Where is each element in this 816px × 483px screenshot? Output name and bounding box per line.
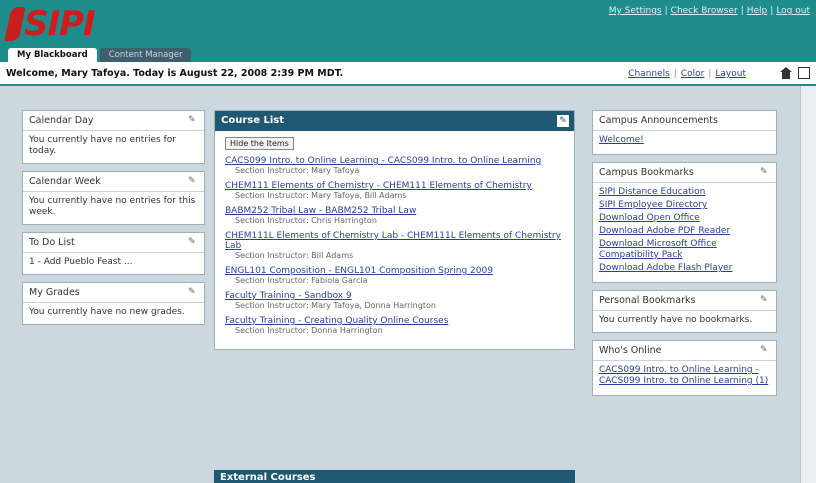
help-link[interactable]: Help	[747, 6, 768, 16]
middle-column: Course List ✎ Hide the Items CACS099 Intr…	[214, 110, 575, 357]
module-title: Personal Bookmarks	[599, 295, 696, 306]
logout-link[interactable]: Log out	[776, 6, 810, 16]
edit-icon[interactable]: ✎	[188, 176, 198, 186]
course-link[interactable]: CHEM111L Elements of Chemistry Lab - CHE…	[225, 231, 561, 251]
hide-items-button[interactable]: Hide the Items	[225, 137, 294, 150]
module-title: To Do List	[29, 237, 75, 248]
edit-icon[interactable]: ✎	[557, 115, 569, 127]
window-icon[interactable]	[798, 67, 810, 79]
module-title: Who's Online	[599, 345, 662, 356]
home-icon[interactable]	[780, 67, 792, 79]
scrollbar[interactable]	[800, 86, 816, 483]
calendar-day-module: Calendar Day ✎ You currently have no entr…	[22, 110, 205, 164]
course-item: CACS099 Intro. to Online Learning - CACS…	[225, 156, 564, 176]
check-browser-link[interactable]: Check Browser	[671, 6, 738, 16]
welcome-icons	[780, 67, 810, 79]
top-links: My Settings | Check Browser | Help | Log out	[608, 6, 810, 16]
personal-bookmarks-module: Personal Bookmarks ✎ You currently have n…	[592, 290, 777, 333]
welcome-announcement-link[interactable]: Welcome!	[599, 135, 770, 146]
course-instructor: Section Instructor: Bill Adams	[235, 251, 354, 260]
course-item: ENGL101 Composition - ENGL101 Compositio…	[225, 266, 564, 286]
module-title: Calendar Day	[29, 115, 94, 126]
online-course-link[interactable]: CACS099 Intro. to Online Learning - CACS…	[599, 365, 770, 387]
bookmark-link[interactable]: SIPI Employee Directory	[599, 200, 770, 211]
course-item: CHEM111 Elements of Chemistry - CHEM111 …	[225, 181, 564, 201]
bookmark-link[interactable]: Download Adobe Flash Player	[599, 263, 770, 274]
todo-item[interactable]: 1 - Add Pueblo Feast ...	[23, 253, 204, 274]
channels-link[interactable]: Channels	[628, 69, 670, 79]
module-title: Calendar Week	[29, 176, 101, 187]
edit-icon[interactable]: ✎	[188, 237, 198, 247]
logo-text: SIPI	[24, 4, 96, 44]
course-instructor: Section Instructor: Donna Harrington	[235, 326, 383, 335]
module-text: You currently have no entries for this w…	[29, 196, 196, 217]
course-link[interactable]: BABM252 Tribal Law - BABM252 Tribal Law	[225, 206, 416, 216]
module-title: External Courses	[220, 472, 316, 483]
course-instructor: Section Instructor: Chris Harrington	[235, 216, 377, 225]
sipi-logo[interactable]: SIPI	[4, 4, 96, 44]
tab-content-manager[interactable]: Content Manager	[99, 48, 192, 62]
module-title: Course List	[221, 115, 285, 126]
tab-my-blackboard[interactable]: My Blackboard	[8, 48, 97, 62]
module-text: You currently have no entries for today.	[29, 135, 176, 156]
color-link[interactable]: Color	[681, 69, 705, 79]
welcome-bar: Welcome, Mary Tafoya. Today is August 22…	[0, 62, 816, 86]
module-title: Campus Bookmarks	[599, 167, 694, 178]
external-courses-header: External Courses	[214, 470, 575, 483]
course-item: Faculty Training - Sandbox 9 Section Inst…	[225, 291, 564, 311]
logo-mark-icon	[4, 7, 26, 41]
todo-module: To Do List ✎ 1 - Add Pueblo Feast ...	[22, 232, 205, 275]
course-item: Faculty Training - Creating Quality Onli…	[225, 316, 564, 336]
bookmark-link[interactable]: Download Open Office	[599, 213, 770, 224]
course-item: CHEM111L Elements of Chemistry Lab - CHE…	[225, 231, 564, 261]
course-link[interactable]: CHEM111 Elements of Chemistry - CHEM111 …	[225, 181, 532, 191]
layout-links: Channels | Color | Layout	[628, 69, 746, 79]
edit-icon[interactable]: ✎	[188, 115, 198, 125]
edit-icon[interactable]: ✎	[760, 345, 770, 355]
campus-bookmarks-module: Campus Bookmarks ✎ SIPI Distance Educatio…	[592, 162, 777, 283]
course-link[interactable]: ENGL101 Composition - ENGL101 Compositio…	[225, 266, 493, 276]
course-instructor: Section Instructor: Mary Tafoya	[235, 166, 360, 175]
welcome-text: Welcome, Mary Tafoya. Today is August 22…	[6, 68, 344, 79]
announcements-module: Campus Announcements Welcome!	[592, 110, 777, 155]
layout-link[interactable]: Layout	[715, 69, 746, 79]
left-column: Calendar Day ✎ You currently have no entr…	[22, 110, 205, 332]
course-list-module: Course List ✎ Hide the Items CACS099 Intr…	[214, 110, 575, 350]
bookmark-link[interactable]: SIPI Distance Education	[599, 187, 770, 198]
calendar-week-module: Calendar Week ✎ You currently have no ent…	[22, 171, 205, 225]
grades-module: My Grades ✎ You currently have no new gra…	[22, 282, 205, 325]
module-title: Campus Announcements	[599, 115, 718, 126]
bookmark-link[interactable]: Download Microsoft Office Compatibility …	[599, 239, 770, 261]
bookmark-link[interactable]: Download Adobe PDF Reader	[599, 226, 770, 237]
top-header: SIPI My Settings | Check Browser | Help | Log …	[0, 0, 816, 62]
course-link[interactable]: Faculty Training - Creating Quality Onli…	[225, 316, 448, 326]
my-settings-link[interactable]: My Settings	[609, 6, 662, 16]
module-title: My Grades	[29, 287, 80, 298]
course-link[interactable]: CACS099 Intro. to Online Learning - CACS…	[225, 156, 541, 166]
course-instructor: Section Instructor: Mary Tafoya, Bill Ad…	[235, 191, 407, 200]
course-item: BABM252 Tribal Law - BABM252 Tribal Law S…	[225, 206, 564, 226]
module-text: You currently have no new grades.	[29, 307, 185, 317]
whos-online-module: Who's Online ✎ CACS099 Intro. to Online L…	[592, 340, 777, 396]
module-text: You currently have no bookmarks.	[599, 315, 753, 325]
course-link[interactable]: Faculty Training - Sandbox 9	[225, 291, 352, 301]
course-instructor: Section Instructor: Mary Tafoya, Donna H…	[235, 301, 436, 310]
right-column: Campus Announcements Welcome! Campus Boo…	[592, 110, 777, 403]
tab-bar: My Blackboard Content Manager	[8, 48, 194, 62]
course-instructor: Section Instructor: Fabiola Garcia	[235, 276, 368, 285]
edit-icon[interactable]: ✎	[760, 167, 770, 177]
edit-icon[interactable]: ✎	[760, 295, 770, 305]
edit-icon[interactable]: ✎	[188, 287, 198, 297]
